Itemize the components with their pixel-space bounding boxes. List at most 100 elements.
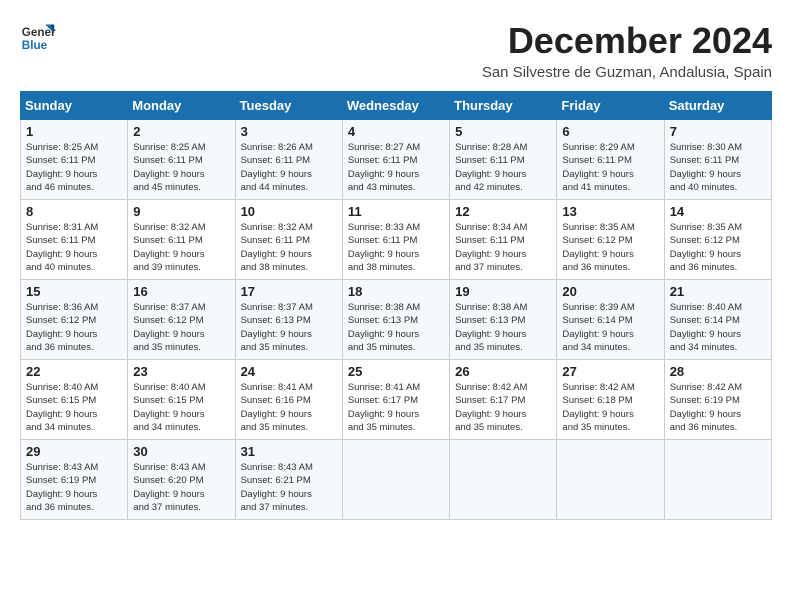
day-info: Sunrise: 8:34 AM Sunset: 6:11 PM Dayligh… bbox=[455, 221, 551, 274]
day-info: Sunrise: 8:42 AM Sunset: 6:19 PM Dayligh… bbox=[670, 381, 766, 434]
table-cell: 25 Sunrise: 8:41 AM Sunset: 6:17 PM Dayli… bbox=[342, 360, 449, 440]
table-cell bbox=[342, 440, 449, 520]
table-cell: 15Sunrise: 8:36 AM Sunset: 6:12 PM Dayli… bbox=[21, 280, 128, 360]
table-cell: 6 Sunrise: 8:29 AM Sunset: 6:11 PM Daylig… bbox=[557, 120, 664, 200]
table-cell: 7 Sunrise: 8:30 AM Sunset: 6:11 PM Daylig… bbox=[664, 120, 771, 200]
day-info: Sunrise: 8:40 AM Sunset: 6:14 PM Dayligh… bbox=[670, 301, 766, 354]
day-number: 1 bbox=[26, 124, 122, 139]
day-number: 14 bbox=[670, 204, 766, 219]
table-cell: 17 Sunrise: 8:37 AM Sunset: 6:13 PM Dayli… bbox=[235, 280, 342, 360]
table-cell: 9Sunrise: 8:32 AM Sunset: 6:11 PM Daylig… bbox=[128, 200, 235, 280]
day-number: 25 bbox=[348, 364, 444, 379]
day-number: 7 bbox=[670, 124, 766, 139]
table-cell: 8 Sunrise: 8:31 AM Sunset: 6:11 PM Daylig… bbox=[21, 200, 128, 280]
col-monday: Monday bbox=[128, 92, 235, 120]
table-cell: 1Sunrise: 8:25 AM Sunset: 6:11 PM Daylig… bbox=[21, 120, 128, 200]
day-info: Sunrise: 8:26 AM Sunset: 6:11 PM Dayligh… bbox=[241, 141, 337, 194]
calendar-row: 8 Sunrise: 8:31 AM Sunset: 6:11 PM Daylig… bbox=[21, 200, 772, 280]
day-number: 29 bbox=[26, 444, 122, 459]
day-number: 18 bbox=[348, 284, 444, 299]
day-info: Sunrise: 8:25 AM Sunset: 6:11 PM Dayligh… bbox=[133, 141, 229, 194]
day-info: Sunrise: 8:43 AM Sunset: 6:21 PM Dayligh… bbox=[241, 461, 337, 514]
day-number: 19 bbox=[455, 284, 551, 299]
table-cell: 28Sunrise: 8:42 AM Sunset: 6:19 PM Dayli… bbox=[664, 360, 771, 440]
day-info: Sunrise: 8:32 AM Sunset: 6:11 PM Dayligh… bbox=[241, 221, 337, 274]
day-number: 6 bbox=[562, 124, 658, 139]
day-info: Sunrise: 8:37 AM Sunset: 6:12 PM Dayligh… bbox=[133, 301, 229, 354]
day-number: 8 bbox=[26, 204, 122, 219]
day-number: 23 bbox=[133, 364, 229, 379]
day-number: 22 bbox=[26, 364, 122, 379]
day-info: Sunrise: 8:37 AM Sunset: 6:13 PM Dayligh… bbox=[241, 301, 337, 354]
day-number: 11 bbox=[348, 204, 444, 219]
day-info: Sunrise: 8:33 AM Sunset: 6:11 PM Dayligh… bbox=[348, 221, 444, 274]
table-cell: 11 Sunrise: 8:33 AM Sunset: 6:11 PM Dayli… bbox=[342, 200, 449, 280]
day-info: Sunrise: 8:29 AM Sunset: 6:11 PM Dayligh… bbox=[562, 141, 658, 194]
calendar-table: Sunday Monday Tuesday Wednesday Thursday… bbox=[20, 91, 772, 520]
calendar-row: 22 Sunrise: 8:40 AM Sunset: 6:15 PM Dayli… bbox=[21, 360, 772, 440]
day-number: 16 bbox=[133, 284, 229, 299]
table-cell: 3 Sunrise: 8:26 AM Sunset: 6:11 PM Daylig… bbox=[235, 120, 342, 200]
day-number: 24 bbox=[241, 364, 337, 379]
col-saturday: Saturday bbox=[664, 92, 771, 120]
day-info: Sunrise: 8:41 AM Sunset: 6:16 PM Dayligh… bbox=[241, 381, 337, 434]
day-number: 12 bbox=[455, 204, 551, 219]
calendar-row: 15Sunrise: 8:36 AM Sunset: 6:12 PM Dayli… bbox=[21, 280, 772, 360]
day-number: 17 bbox=[241, 284, 337, 299]
day-info: Sunrise: 8:28 AM Sunset: 6:11 PM Dayligh… bbox=[455, 141, 551, 194]
calendar-row: 1 Sunrise: 8:25 AM Sunset: 6:11 PM Daylig… bbox=[21, 120, 772, 200]
title-block: December 2024 San Silvestre de Guzman, A… bbox=[482, 20, 772, 81]
logo: General Blue bbox=[20, 20, 56, 56]
table-cell bbox=[557, 440, 664, 520]
svg-text:Blue: Blue bbox=[22, 39, 48, 52]
col-tuesday: Tuesday bbox=[235, 92, 342, 120]
table-cell: 4Sunrise: 8:27 AM Sunset: 6:11 PM Daylig… bbox=[342, 120, 449, 200]
day-info: Sunrise: 8:30 AM Sunset: 6:11 PM Dayligh… bbox=[670, 141, 766, 194]
day-info: Sunrise: 8:36 AM Sunset: 6:12 PM Dayligh… bbox=[26, 301, 122, 354]
table-cell: 31Sunrise: 8:43 AM Sunset: 6:21 PM Dayli… bbox=[235, 440, 342, 520]
day-info: Sunrise: 8:40 AM Sunset: 6:15 PM Dayligh… bbox=[26, 381, 122, 434]
day-number: 3 bbox=[241, 124, 337, 139]
day-number: 30 bbox=[133, 444, 229, 459]
header-row: Sunday Monday Tuesday Wednesday Thursday… bbox=[21, 92, 772, 120]
day-info: Sunrise: 8:42 AM Sunset: 6:18 PM Dayligh… bbox=[562, 381, 658, 434]
day-number: 21 bbox=[670, 284, 766, 299]
table-cell: 10 Sunrise: 8:32 AM Sunset: 6:11 PM Dayli… bbox=[235, 200, 342, 280]
day-info: Sunrise: 8:35 AM Sunset: 6:12 PM Dayligh… bbox=[670, 221, 766, 274]
table-cell bbox=[664, 440, 771, 520]
day-info: Sunrise: 8:41 AM Sunset: 6:17 PM Dayligh… bbox=[348, 381, 444, 434]
table-cell: 2 Sunrise: 8:25 AM Sunset: 6:11 PM Daylig… bbox=[128, 120, 235, 200]
table-cell: 14 Sunrise: 8:35 AM Sunset: 6:12 PM Dayli… bbox=[664, 200, 771, 280]
day-info: Sunrise: 8:38 AM Sunset: 6:13 PM Dayligh… bbox=[455, 301, 551, 354]
table-cell: 22 Sunrise: 8:40 AM Sunset: 6:15 PM Dayli… bbox=[21, 360, 128, 440]
calendar-row: 29Sunrise: 8:43 AM Sunset: 6:19 PM Dayli… bbox=[21, 440, 772, 520]
day-info: Sunrise: 8:38 AM Sunset: 6:13 PM Dayligh… bbox=[348, 301, 444, 354]
day-info: Sunrise: 8:35 AM Sunset: 6:12 PM Dayligh… bbox=[562, 221, 658, 274]
table-cell: 27 Sunrise: 8:42 AM Sunset: 6:18 PM Dayli… bbox=[557, 360, 664, 440]
day-number: 26 bbox=[455, 364, 551, 379]
day-number: 5 bbox=[455, 124, 551, 139]
day-info: Sunrise: 8:39 AM Sunset: 6:14 PM Dayligh… bbox=[562, 301, 658, 354]
col-friday: Friday bbox=[557, 92, 664, 120]
day-info: Sunrise: 8:31 AM Sunset: 6:11 PM Dayligh… bbox=[26, 221, 122, 274]
day-number: 2 bbox=[133, 124, 229, 139]
day-info: Sunrise: 8:40 AM Sunset: 6:15 PM Dayligh… bbox=[133, 381, 229, 434]
table-cell: 26Sunrise: 8:42 AM Sunset: 6:17 PM Dayli… bbox=[450, 360, 557, 440]
table-cell: 18 Sunrise: 8:38 AM Sunset: 6:13 PM Dayli… bbox=[342, 280, 449, 360]
day-info: Sunrise: 8:43 AM Sunset: 6:20 PM Dayligh… bbox=[133, 461, 229, 514]
day-number: 27 bbox=[562, 364, 658, 379]
table-cell: 24 Sunrise: 8:41 AM Sunset: 6:16 PM Dayli… bbox=[235, 360, 342, 440]
table-cell: 30 Sunrise: 8:43 AM Sunset: 6:20 PM Dayli… bbox=[128, 440, 235, 520]
table-cell: 19 Sunrise: 8:38 AM Sunset: 6:13 PM Dayli… bbox=[450, 280, 557, 360]
table-cell bbox=[450, 440, 557, 520]
day-number: 13 bbox=[562, 204, 658, 219]
col-wednesday: Wednesday bbox=[342, 92, 449, 120]
month-title: December 2024 bbox=[482, 20, 772, 62]
table-cell: 29Sunrise: 8:43 AM Sunset: 6:19 PM Dayli… bbox=[21, 440, 128, 520]
day-number: 20 bbox=[562, 284, 658, 299]
logo-icon: General Blue bbox=[20, 20, 56, 56]
day-number: 10 bbox=[241, 204, 337, 219]
header: General Blue December 2024 San Silvestre… bbox=[20, 20, 772, 81]
col-sunday: Sunday bbox=[21, 92, 128, 120]
day-info: Sunrise: 8:27 AM Sunset: 6:11 PM Dayligh… bbox=[348, 141, 444, 194]
